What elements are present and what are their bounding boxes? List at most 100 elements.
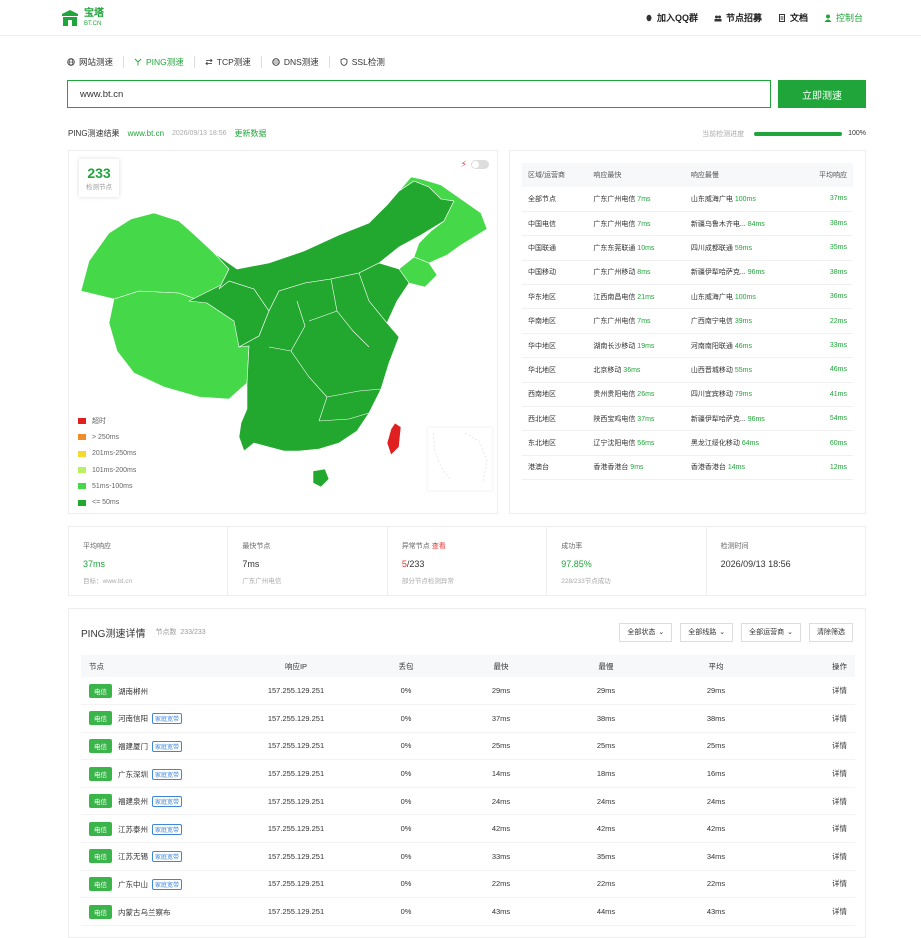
fastest-ms: 56ms <box>637 440 655 448</box>
col-avg[interactable]: 平均 <box>661 655 771 677</box>
details-link[interactable]: 详情 <box>771 897 855 926</box>
nav-node-recruit[interactable]: 节点招募 <box>714 11 762 24</box>
details-link[interactable]: 详情 <box>771 787 855 816</box>
average-ms: 35ms <box>799 235 853 261</box>
fastest-node: 广东广州电信 <box>593 195 636 203</box>
max-latency: 24ms <box>551 787 661 816</box>
tab-website-speed[interactable]: 网站测速 <box>67 56 125 68</box>
tab-ping[interactable]: PING测速 <box>134 56 195 68</box>
packet-loss: 0% <box>361 732 451 761</box>
tab-tcp[interactable]: TCP测速 <box>205 56 262 68</box>
nav-console[interactable]: 控制台 <box>824 11 863 24</box>
min-latency: 37ms <box>451 704 551 733</box>
average-ms: 46ms <box>799 357 853 383</box>
clear-filters-button[interactable]: 清除筛选 <box>809 622 853 642</box>
isp-badge: 电信 <box>89 821 112 836</box>
node-cell: 电信 湖南郴州 <box>81 677 231 706</box>
region-table-panel: 区域/运营商 响应最快 响应最慢 平均响应 全部节点 广东广州电信 7ms 山东威海… <box>509 150 866 514</box>
broadband-tag: 家庭宽带 <box>152 851 183 863</box>
details-link[interactable]: 详情 <box>771 704 855 733</box>
max-latency: 38ms <box>551 704 661 733</box>
start-test-button[interactable]: 立即测速 <box>778 80 866 108</box>
col-loss[interactable]: 丢包 <box>361 655 451 677</box>
response-ip: 157.255.129.251 <box>231 704 361 733</box>
region-row[interactable]: 西北地区 陕西宝鸡电信 37ms 新疆伊犁哈萨克... 96ms 54ms <box>522 406 853 432</box>
test-type-tabs: 网站测速 PING测速 TCP测速 DNS测速 SSL检测 <box>67 56 405 68</box>
region-row[interactable]: 东北地区 辽宁沈阳电信 56ms 黑龙江绥化移动 64ms 60ms <box>522 430 853 456</box>
node-count-value: 233 <box>87 165 111 181</box>
details-link[interactable]: 详情 <box>771 759 855 788</box>
region-row[interactable]: 港澳台 香港香港台 9ms 香港香港台 14ms 12ms <box>522 455 853 481</box>
map-legend: 超时 > 250ms 201ms-250ms 101ms-200ms 51ms-100m… <box>78 413 136 511</box>
slowest-cell: 山东威海广电 100ms <box>684 187 800 212</box>
region-row[interactable]: 华东地区 江西南昌电信 21ms 山东威海广电 100ms 36ms <box>522 284 853 310</box>
filter-status[interactable]: 全部状态 ⌄ <box>619 622 673 642</box>
filter-line[interactable]: 全部线路 ⌄ <box>680 622 734 642</box>
details-link[interactable]: 详情 <box>771 814 855 844</box>
region-row[interactable]: 华南地区 广东广州电信 7ms 广西南宁电信 39ms 22ms <box>522 308 853 334</box>
region-name: 全部节点 <box>522 187 588 212</box>
col-ip[interactable]: 响应IP <box>231 655 361 677</box>
url-input[interactable] <box>67 80 771 108</box>
slowest-cell: 河南南阳联通 46ms <box>684 333 800 359</box>
view-abnormal-link[interactable]: 查看 <box>432 543 446 550</box>
nav-docs[interactable]: 文档 <box>778 11 808 24</box>
region-row[interactable]: 华北地区 北京移动 36ms 山西晋城移动 55ms 46ms <box>522 357 853 383</box>
slowest-cell: 广西南宁电信 39ms <box>684 308 800 334</box>
fastest-cell: 北京移动 36ms <box>587 357 685 383</box>
tab-dns[interactable]: DNS测速 <box>272 56 330 68</box>
packet-loss: 0% <box>361 704 451 733</box>
progress-bar <box>754 131 843 136</box>
node-name: 福建泉州 <box>118 797 148 807</box>
average-ms: 38ms <box>799 260 853 286</box>
col-min[interactable]: 最快 <box>451 655 551 677</box>
region-row[interactable]: 华中地区 湖南长沙移动 19ms 河南南阳联通 46ms 33ms <box>522 333 853 359</box>
response-ip: 157.255.129.251 <box>231 814 361 844</box>
filter-isp[interactable]: 全部运营商 ⌄ <box>741 622 801 642</box>
fastest-ms: 21ms <box>637 293 655 301</box>
col-max[interactable]: 最慢 <box>551 655 661 677</box>
region-row[interactable]: 中国联通 广东东莞联通 10ms 四川成都联通 59ms 35ms <box>522 235 853 261</box>
isp-badge: 电信 <box>89 711 112 726</box>
col-node: 节点 <box>81 655 231 677</box>
details-link[interactable]: 详情 <box>771 732 855 761</box>
region-row[interactable]: 中国移动 广东广州移动 8ms 新疆伊犁哈萨克... 96ms 38ms <box>522 260 853 286</box>
legend-item: 201ms-250ms <box>78 446 136 462</box>
legend-item: 51ms-100ms <box>78 478 136 494</box>
details-link[interactable]: 详情 <box>771 870 855 899</box>
legend-item: > 250ms <box>78 429 136 445</box>
stat-time-value: 2026/09/13 18:56 <box>720 559 791 569</box>
chevron-down-icon: ⌄ <box>787 629 793 636</box>
fastest-ms: 37ms <box>637 415 655 423</box>
search-row: 立即测速 <box>67 80 866 108</box>
region-row[interactable]: 全部节点 广东广州电信 7ms 山东威海广电 100ms 37ms <box>522 187 853 212</box>
packet-loss: 0% <box>361 842 451 871</box>
table-row: 电信 内蒙古乌兰察布 157.255.129.251 0% 43ms 44ms 43ms 详情 <box>81 897 855 926</box>
result-domain[interactable]: www.bt.cn <box>128 129 164 138</box>
tab-tcp-label: TCP测速 <box>216 57 251 67</box>
region-row[interactable]: 中国电信 广东广州电信 7ms 新疆乌鲁木齐电... 84ms 38ms <box>522 211 853 237</box>
logo[interactable]: 宝塔 BT.CN <box>60 8 104 28</box>
tab-ssl[interactable]: SSL检测 <box>340 56 395 68</box>
avg-latency: 34ms <box>661 842 771 871</box>
max-latency: 25ms <box>551 732 661 761</box>
fastest-node: 湖南长沙移动 <box>593 342 636 350</box>
globe-icon <box>67 58 75 66</box>
packet-loss: 0% <box>361 814 451 844</box>
response-ip: 157.255.129.251 <box>231 870 361 899</box>
packet-loss: 0% <box>361 677 451 706</box>
legend-label: <= 50ms <box>92 499 120 507</box>
region-row[interactable]: 西南地区 贵州贵阳电信 26ms 四川宜宾移动 79ms 41ms <box>522 382 853 408</box>
refresh-data-link[interactable]: 更新数据 <box>235 128 267 139</box>
toggle-switch[interactable] <box>471 160 489 169</box>
col-slowest: 响应最慢 <box>684 163 800 187</box>
fastest-cell: 陕西宝鸡电信 37ms <box>587 406 685 432</box>
details-link[interactable]: 详情 <box>771 842 855 871</box>
nav-qq-group[interactable]: 加入QQ群 <box>645 11 698 24</box>
details-link[interactable]: 详情 <box>771 677 855 706</box>
slowest-ms: 46ms <box>734 342 752 350</box>
fastest-node: 辽宁沈阳电信 <box>593 440 636 448</box>
node-cell: 电信 江苏泰州 家庭宽带 <box>81 814 231 844</box>
min-latency: 42ms <box>451 814 551 844</box>
map-toggle[interactable]: ⚡ <box>461 159 489 170</box>
